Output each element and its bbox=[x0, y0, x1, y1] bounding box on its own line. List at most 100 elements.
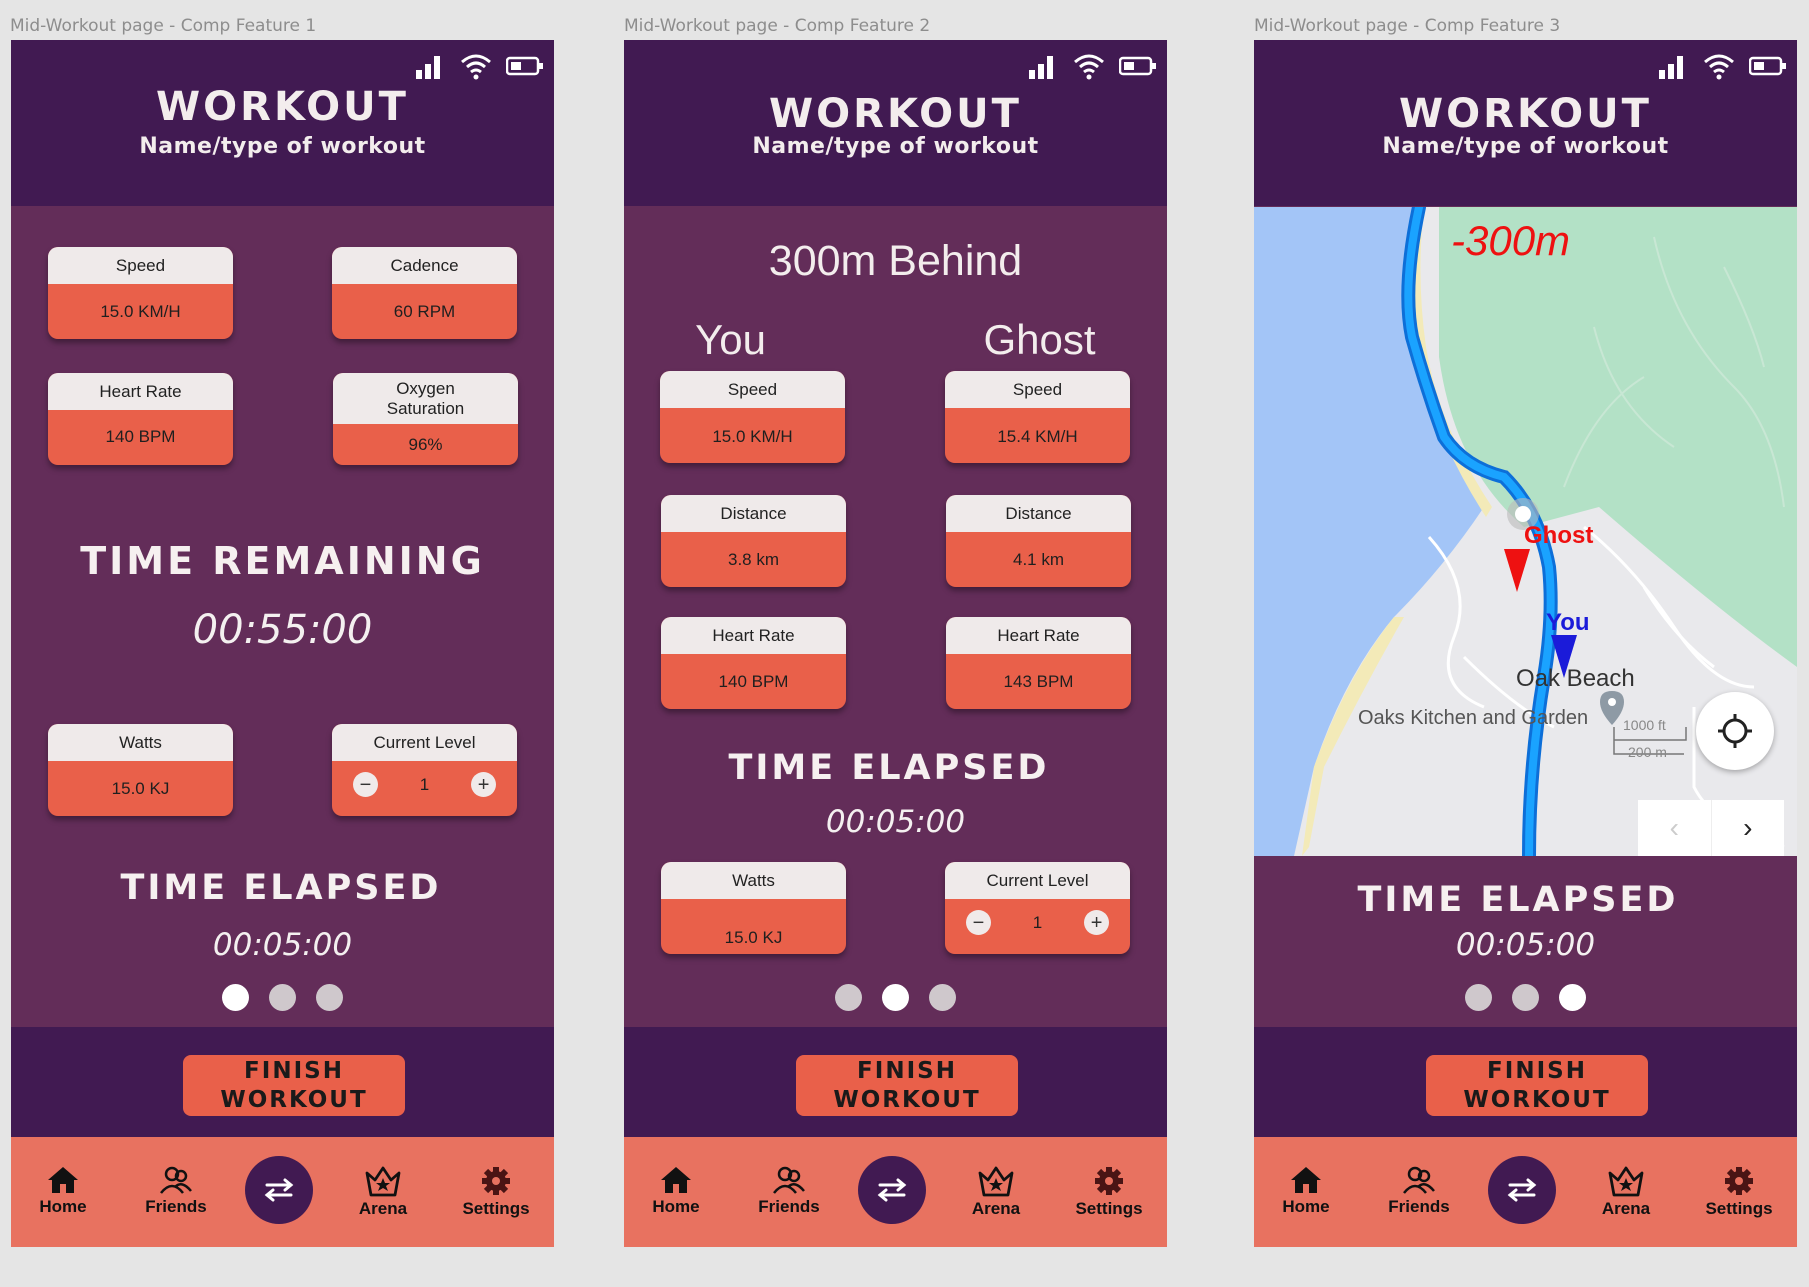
frame-label-1: Mid-Workout page - Comp Feature 1 bbox=[10, 16, 317, 36]
wifi-icon bbox=[1074, 54, 1104, 80]
bottom-nav: Home Friends Arena Settings bbox=[1254, 1137, 1797, 1247]
oxygen-card: Oxygen Saturation 96% bbox=[333, 373, 518, 465]
scale-m-label: 200 m bbox=[1628, 744, 1667, 760]
page-dot-1[interactable] bbox=[222, 984, 249, 1011]
finish-workout-button[interactable]: FINISH WORKOUT bbox=[183, 1055, 405, 1116]
finish-line-2: WORKOUT bbox=[220, 1086, 368, 1113]
nav-arena[interactable]: Arena bbox=[951, 1165, 1041, 1219]
current-level-label: Current Level bbox=[332, 724, 517, 761]
nav-arena[interactable]: Arena bbox=[1581, 1165, 1671, 1219]
level-value: 1 bbox=[1032, 912, 1043, 932]
nav-friends[interactable]: Friends bbox=[1374, 1165, 1464, 1217]
recenter-location-button[interactable] bbox=[1696, 692, 1774, 770]
page-dot-3[interactable] bbox=[316, 984, 343, 1011]
poi-label[interactable]: Oaks Kitchen and Garden bbox=[1358, 707, 1588, 730]
cadence-label: Cadence bbox=[332, 247, 517, 284]
nav-settings-label: Settings bbox=[1705, 1199, 1773, 1218]
heart-rate-label: Heart Rate bbox=[48, 373, 233, 410]
header-bar: WORKOUT Name/type of workout bbox=[11, 40, 554, 206]
nav-friends[interactable]: Friends bbox=[131, 1165, 221, 1217]
swap-arrows-icon bbox=[877, 1178, 907, 1202]
ghost-distance-card: Distance 4.1 km bbox=[946, 495, 1131, 587]
page-dot-1[interactable] bbox=[835, 984, 862, 1011]
swap-button[interactable] bbox=[1488, 1156, 1556, 1224]
watts-label: Watts bbox=[661, 862, 846, 899]
page-subtitle: Name/type of workout bbox=[139, 134, 426, 159]
current-level-card: Current Level − 1 + bbox=[945, 862, 1130, 954]
ghost-heart-rate-card: Heart Rate 143 BPM bbox=[946, 617, 1131, 709]
swap-button[interactable] bbox=[858, 1156, 926, 1224]
nav-settings-label: Settings bbox=[462, 1199, 530, 1218]
header-bar: WORKOUT Name/type of workout bbox=[1254, 40, 1797, 206]
nav-home[interactable]: Home bbox=[18, 1165, 108, 1217]
increase-level-button[interactable]: + bbox=[471, 772, 497, 797]
finish-line-1: FINISH bbox=[857, 1057, 957, 1084]
bottom-nav: Home Friends Arena Settings bbox=[624, 1137, 1167, 1247]
swap-button[interactable] bbox=[245, 1156, 313, 1224]
home-icon bbox=[48, 1167, 78, 1193]
time-elapsed-title: TIME ELAPSED bbox=[1357, 880, 1679, 920]
decrease-level-button[interactable]: − bbox=[352, 772, 378, 797]
header-bar: WORKOUT Name/type of workout bbox=[624, 40, 1167, 206]
you-distance-card: Distance 3.8 km bbox=[661, 495, 846, 587]
nav-friends-label: Friends bbox=[758, 1197, 820, 1216]
battery-icon bbox=[1749, 56, 1786, 76]
you-marker-label: You bbox=[1546, 609, 1590, 636]
route-map[interactable]: -300m Ghost You Oak Beach Oaks Kitchen a… bbox=[1254, 207, 1797, 856]
finish-workout-button[interactable]: FINISH WORKOUT bbox=[796, 1055, 1018, 1116]
nav-arena[interactable]: Arena bbox=[338, 1165, 428, 1219]
cadence-value: 60 RPM bbox=[393, 302, 456, 321]
nav-settings[interactable]: Settings bbox=[451, 1165, 541, 1219]
page-dot-2[interactable] bbox=[1512, 984, 1539, 1011]
page-dot-2[interactable] bbox=[269, 984, 296, 1011]
you-heart-rate-label: Heart Rate bbox=[661, 617, 846, 654]
nav-settings-label: Settings bbox=[1075, 1199, 1143, 1218]
finish-line-2: WORKOUT bbox=[1463, 1086, 1611, 1113]
time-elapsed-value: 00:05:00 bbox=[212, 927, 353, 963]
time-elapsed-value: 00:05:00 bbox=[825, 804, 966, 840]
page-dot-3[interactable] bbox=[1559, 984, 1586, 1011]
nav-friends-label: Friends bbox=[145, 1197, 207, 1216]
nav-settings[interactable]: Settings bbox=[1694, 1165, 1784, 1219]
home-icon bbox=[1291, 1167, 1321, 1193]
friends-icon bbox=[773, 1166, 805, 1194]
increase-level-button[interactable]: + bbox=[1084, 910, 1110, 935]
page-dot-3[interactable] bbox=[929, 984, 956, 1011]
phone-frame-2: WORKOUT Name/type of workout 300m Behind… bbox=[624, 40, 1167, 1247]
page-title: WORKOUT bbox=[769, 91, 1022, 137]
finish-workout-button[interactable]: FINISH WORKOUT bbox=[1426, 1055, 1648, 1116]
page-dot-2[interactable] bbox=[882, 984, 909, 1011]
nav-friends[interactable]: Friends bbox=[744, 1165, 834, 1217]
nav-home[interactable]: Home bbox=[1261, 1165, 1351, 1217]
decrease-level-button[interactable]: − bbox=[965, 910, 991, 935]
battery-icon bbox=[506, 56, 543, 76]
page-title: WORKOUT bbox=[156, 84, 409, 130]
speed-value: 15.0 KM/H bbox=[100, 302, 181, 321]
level-stepper: − 1 + bbox=[945, 910, 1130, 935]
frame-label-2: Mid-Workout page - Comp Feature 2 bbox=[624, 16, 931, 36]
place-label: Oak Beach bbox=[1516, 665, 1635, 692]
page-indicator bbox=[1254, 984, 1797, 1011]
phone-frame-3: WORKOUT Name/type of workout -300m Ghost… bbox=[1254, 40, 1797, 1247]
battery-icon bbox=[1119, 56, 1156, 76]
swap-arrows-icon bbox=[1507, 1178, 1537, 1202]
nav-home[interactable]: Home bbox=[631, 1165, 721, 1217]
ghost-distance-value: 4.1 km bbox=[1012, 550, 1065, 569]
time-elapsed-title: TIME ELAPSED bbox=[728, 748, 1050, 788]
speed-card: Speed 15.0 KM/H bbox=[48, 247, 233, 339]
nav-settings[interactable]: Settings bbox=[1064, 1165, 1154, 1219]
map-next-chevron-icon[interactable]: › bbox=[1710, 800, 1785, 856]
heart-rate-value: 140 BPM bbox=[105, 427, 176, 446]
oxygen-value: 96% bbox=[408, 435, 443, 454]
ghost-column-label: Ghost bbox=[983, 316, 1096, 363]
crosshair-icon bbox=[1718, 714, 1752, 748]
settings-gear-icon bbox=[482, 1167, 510, 1195]
watts-label: Watts bbox=[48, 724, 233, 761]
you-distance-value: 3.8 km bbox=[727, 550, 780, 569]
arena-crown-icon bbox=[365, 1166, 401, 1197]
map-prev-chevron-icon[interactable]: ‹ bbox=[1638, 800, 1711, 856]
page-dot-1[interactable] bbox=[1465, 984, 1492, 1011]
you-speed-label: Speed bbox=[660, 371, 845, 408]
friends-icon bbox=[1403, 1166, 1435, 1194]
speed-label: Speed bbox=[48, 247, 233, 284]
